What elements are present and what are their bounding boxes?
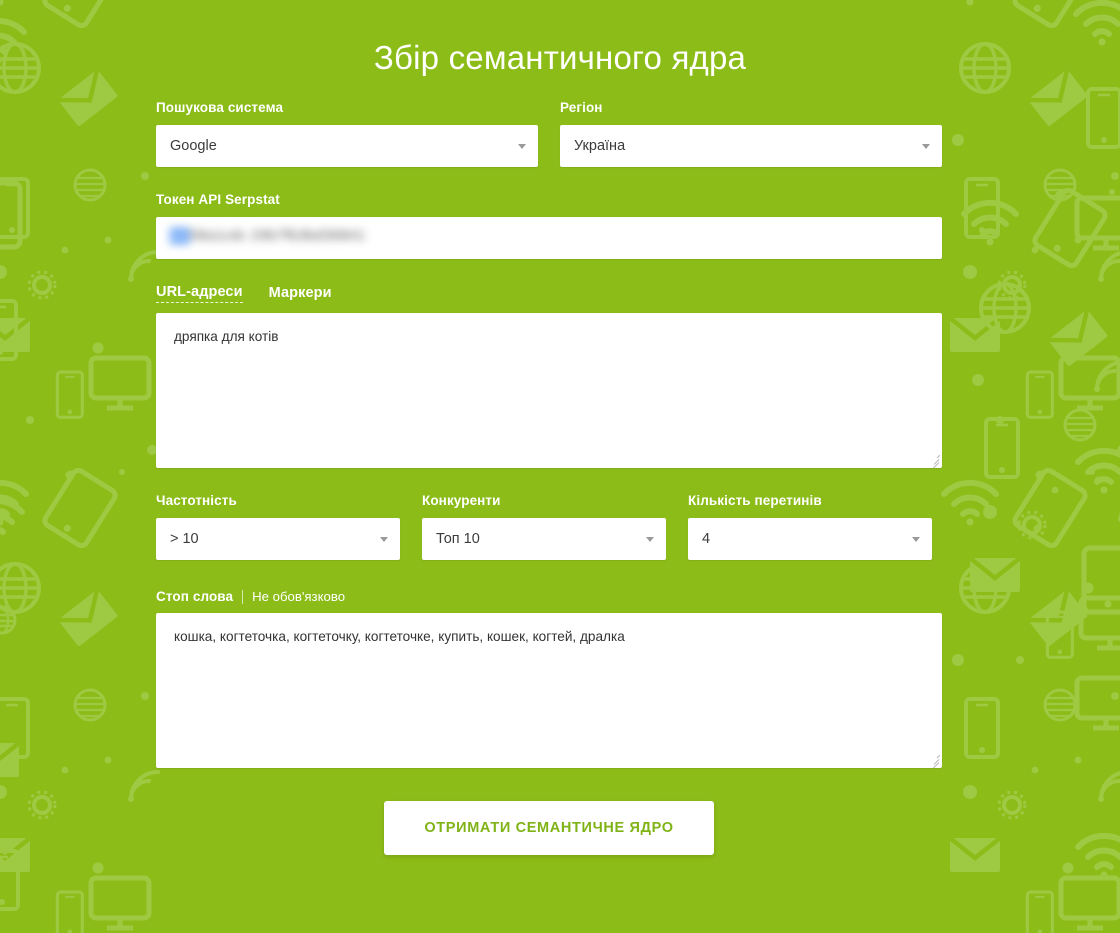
- source-tabs: URL-адреси Маркери: [156, 284, 942, 303]
- region-select[interactable]: Україна: [560, 125, 942, 167]
- urls-textarea-value: дряпка для котів: [174, 329, 279, 344]
- frequency-label: Частотність: [156, 493, 237, 508]
- chevron-down-icon: [380, 537, 388, 542]
- stop-words-label-group: Стоп слова Не обов'язково: [156, 589, 942, 604]
- field-competitors: Конкуренти Топ 10: [422, 493, 666, 560]
- intersections-select[interactable]: 4: [688, 518, 932, 560]
- chevron-down-icon: [912, 537, 920, 542]
- api-token-input[interactable]: ae58a1cdc 29b7fb3bd36841: [156, 217, 942, 259]
- stop-words-label: Стоп слова: [156, 589, 234, 604]
- frequency-value: > 10: [170, 531, 199, 547]
- chevron-down-icon: [646, 537, 654, 542]
- row-frequency-competitors-intersections: Частотність > 10 Конкуренти Топ 10 Кільк…: [156, 493, 942, 560]
- stop-words-textarea-value: кошка, когтеточка, когтеточку, когтеточк…: [174, 629, 625, 644]
- page-root: Збір семантичного ядра Пошукова система …: [0, 0, 1120, 933]
- intersections-label: Кількість перетинів: [688, 493, 822, 508]
- resize-handle-icon[interactable]: [927, 453, 940, 468]
- field-search-engine: Пошукова система Google: [156, 100, 538, 167]
- tab-urls[interactable]: URL-адреси: [156, 284, 243, 303]
- region-value: Україна: [574, 138, 626, 154]
- stop-words-optional-note: Не обов'язково: [252, 589, 346, 604]
- field-api-token: Токен API Serpstat ae58a1cdc 29b7fb3bd36…: [156, 192, 942, 259]
- competitors-label: Конкуренти: [422, 493, 501, 508]
- label-divider: [242, 589, 244, 604]
- field-frequency: Частотність > 10: [156, 493, 400, 560]
- chevron-down-icon: [922, 144, 930, 149]
- api-token-label: Токен API Serpstat: [156, 192, 280, 207]
- field-stop-words: Стоп слова Не обов'язково кошка, когтето…: [156, 589, 942, 768]
- urls-textarea[interactable]: дряпка для котів: [156, 313, 942, 468]
- stop-words-textarea[interactable]: кошка, когтеточка, когтеточку, когтеточк…: [156, 613, 942, 768]
- search-engine-label: Пошукова система: [156, 100, 284, 115]
- competitors-select[interactable]: Топ 10: [422, 518, 666, 560]
- search-engine-value: Google: [170, 138, 217, 154]
- page-title: Збір семантичного ядра: [373, 39, 747, 77]
- field-urls: URL-адреси Маркери дряпка для котів: [156, 284, 942, 468]
- search-engine-select[interactable]: Google: [156, 125, 538, 167]
- chevron-down-icon: [518, 144, 526, 149]
- frequency-select[interactable]: > 10: [156, 518, 400, 560]
- competitors-value: Топ 10: [436, 531, 480, 547]
- row-engine-region: Пошукова система Google Регіон Україна: [156, 100, 942, 167]
- field-region: Регіон Україна: [560, 100, 942, 167]
- field-intersections: Кількість перетинів 4: [688, 493, 932, 560]
- submit-row: ОТРИМАТИ СЕМАНТИЧНЕ ЯДРО: [156, 801, 942, 855]
- tab-markers[interactable]: Маркери: [269, 285, 332, 303]
- resize-handle-icon[interactable]: [927, 753, 940, 768]
- get-semantic-core-button[interactable]: ОТРИМАТИ СЕМАНТИЧНЕ ЯДРО: [384, 801, 714, 855]
- api-token-masked-value: ae58a1cdc 29b7fb3bd36841: [170, 228, 366, 244]
- intersections-value: 4: [702, 531, 711, 547]
- region-label: Регіон: [560, 100, 603, 115]
- semantic-core-form: Пошукова система Google Регіон Україна Т…: [156, 100, 942, 855]
